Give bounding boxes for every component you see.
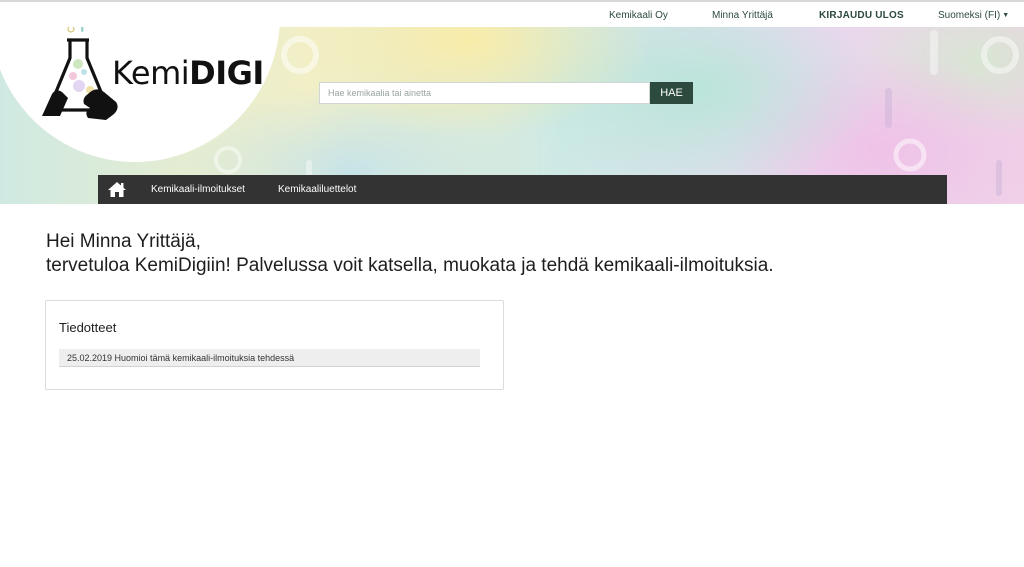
notices-title: Tiedotteet	[59, 320, 117, 335]
welcome-greeting: Hei Minna Yrittäjä,	[46, 231, 201, 252]
top-navigation: Kemikaali Oy Minna Yrittäjä KIRJAUDU ULO…	[0, 0, 1024, 27]
language-selector[interactable]: Suomeksi (FI) ▼	[938, 10, 1009, 21]
notices-panel: Tiedotteet 25.02.2019 Huomioi tämä kemik…	[45, 300, 504, 390]
home-icon[interactable]	[107, 181, 127, 198]
search-button[interactable]: HAE	[650, 82, 693, 104]
logout-link[interactable]: KIRJAUDU ULOS	[819, 10, 904, 21]
search-input[interactable]	[319, 82, 650, 104]
welcome-text: tervetuloa KemiDigiin! Palvelussa voit k…	[46, 255, 774, 276]
nav-chemical-lists[interactable]: Kemikaaliluettelot	[278, 184, 356, 195]
language-label: Suomeksi (FI)	[938, 10, 1001, 21]
notice-item[interactable]: 25.02.2019 Huomioi tämä kemikaali-ilmoit…	[59, 349, 480, 367]
nav-chemical-notifications[interactable]: Kemikaali-ilmoitukset	[151, 184, 245, 195]
welcome-message: Hei Minna Yrittäjä, tervetuloa KemiDigii…	[46, 230, 774, 278]
top-border	[0, 0, 1024, 2]
page-header: KemiDIGI Kemikaali Oy Minna Yrittäjä KIR…	[0, 0, 1024, 204]
company-link[interactable]: Kemikaali Oy	[609, 10, 668, 21]
logo-wordmark: KemiDIGI	[112, 54, 264, 92]
logo-kemi: Kemi	[112, 54, 190, 92]
caret-down-icon: ▼	[1002, 12, 1010, 19]
search-bar: HAE	[319, 82, 693, 104]
main-navigation: Kemikaali-ilmoitukset Kemikaaliluettelot	[98, 175, 947, 204]
logo-digi: DIGI	[189, 54, 264, 92]
user-profile-link[interactable]: Minna Yrittäjä	[712, 10, 773, 21]
